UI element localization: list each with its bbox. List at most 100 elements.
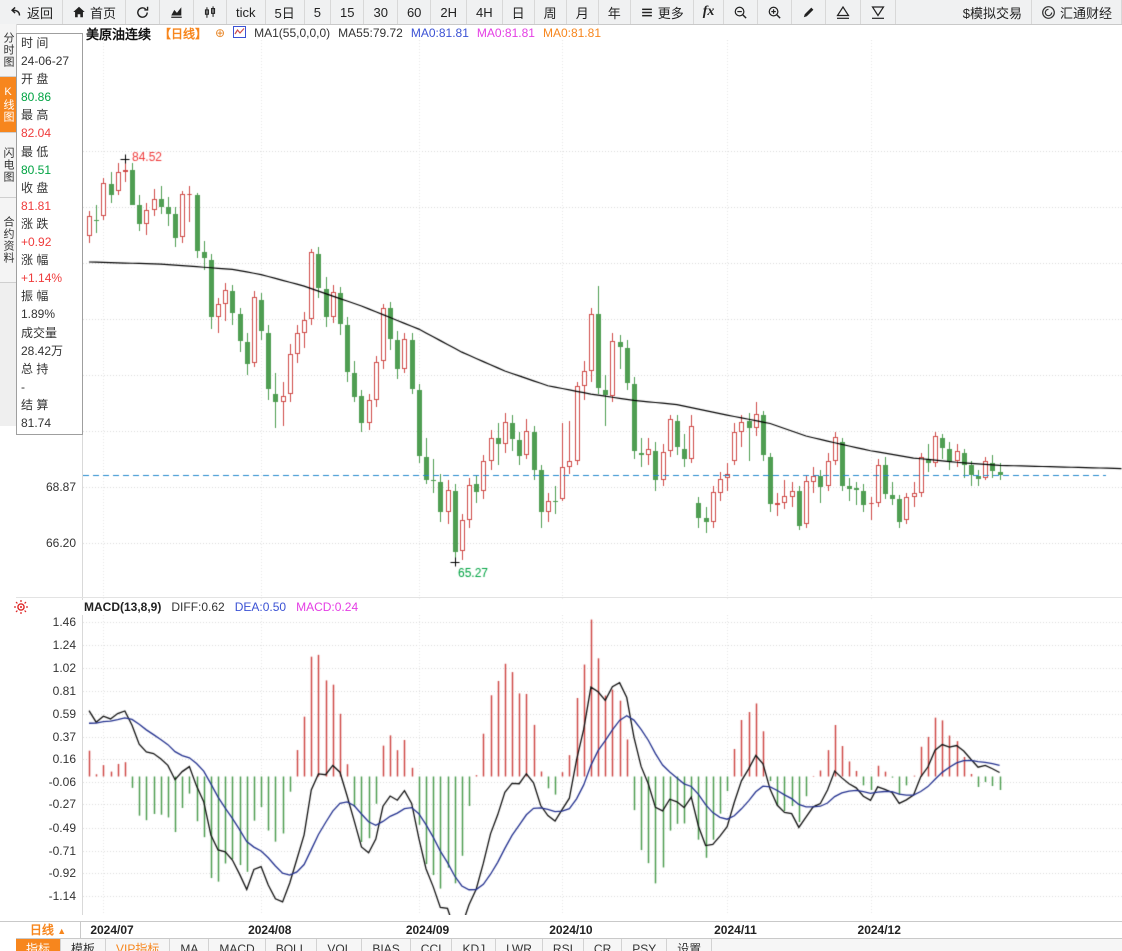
more-button[interactable]: 更多 [631, 0, 694, 24]
macd-axis-label: 1.02 [0, 661, 76, 675]
indicator-tab-设置[interactable]: 设置 [667, 939, 712, 951]
period-year-button[interactable]: 年 [599, 0, 631, 24]
ma55-value: MA55:79.72 [338, 26, 403, 40]
strip-tab-kline[interactable]: K线图 [0, 77, 16, 133]
macd-axis-label: 0.81 [0, 684, 76, 698]
period-30m-button[interactable]: 30 [364, 0, 397, 24]
back-button[interactable]: 返回 [0, 0, 63, 24]
main-kline-chart[interactable] [82, 40, 1122, 600]
sim-trading-button[interactable]: $模拟交易 [954, 0, 1032, 24]
quote-info-panel: 时 间24-06-27开 盘80.86最 高82.04最 低80.51收 盘81… [16, 33, 83, 435]
kline-chart-button[interactable] [194, 0, 227, 24]
macd-axis-label: -0.92 [0, 866, 76, 880]
strip-tab-flash[interactable]: 闪电图 [0, 133, 16, 198]
macd-axis-label: -0.49 [0, 821, 76, 835]
date-axis-label: 2024/09 [406, 923, 449, 937]
period-selector[interactable]: 日线 ▲ [16, 922, 81, 939]
indicator-tab-lwr[interactable]: LWR [496, 939, 543, 951]
strip-tab-timeline[interactable]: 分时图 [0, 24, 16, 77]
period-15m-button[interactable]: 15 [331, 0, 364, 24]
info-row-value: +0.92 [17, 233, 82, 251]
info-row-label: 时 间 [17, 34, 82, 52]
fx-indicator-button[interactable]: fx [694, 0, 725, 24]
pencil-icon [801, 5, 816, 20]
toolbar-item-label: 60 [407, 5, 421, 20]
period-week-button[interactable]: 周 [535, 0, 567, 24]
indicator-tab-ma[interactable]: MA [170, 939, 209, 951]
circle-plus-icon[interactable]: ⊕ [215, 26, 225, 40]
toolbar-item-label: 2H [440, 5, 457, 20]
info-row-label: 总 持 [17, 360, 82, 378]
indicator-tab-模板[interactable]: 模板 [61, 939, 106, 951]
indicator-tab-vol[interactable]: VOL [317, 939, 362, 951]
trading-app-window: 返回首页 tick 5日 51530 60 2H 4H 日周月年 更多 fx $模拟交易 汇通财经 分… [0, 0, 1122, 951]
date-axis-label: 2024/10 [549, 923, 592, 937]
macd-diff-value: DIFF:0.62 [171, 600, 224, 614]
toolbar-item-label: fx [703, 4, 715, 20]
chart-type-sidebar: 分时图K线图闪电图合约资料 [0, 24, 17, 426]
draw-button[interactable] [792, 0, 826, 24]
symbol-name: 美原油连续 [86, 24, 151, 43]
indicator-tab-rsi[interactable]: RSI [543, 939, 584, 951]
zoom-out-button[interactable] [724, 0, 758, 24]
period-2h-button[interactable]: 2H [431, 0, 467, 24]
indicator-tab-macd[interactable]: MACD [209, 939, 265, 951]
period-day-button[interactable]: 日 [503, 0, 535, 24]
toolbar-item-label: 日 [512, 3, 525, 22]
period-60m-button[interactable]: 60 [398, 0, 431, 24]
indicator-tab-bias[interactable]: BIAS [362, 939, 410, 951]
tick-button[interactable]: tick [227, 0, 266, 24]
macd-axis-label: 1.46 [0, 615, 76, 629]
triangle-up-button[interactable] [826, 0, 861, 24]
timeline-chart-button[interactable] [160, 0, 194, 24]
indicator-tab-cr[interactable]: CR [584, 939, 622, 951]
info-row-label: 涨 幅 [17, 251, 82, 269]
indicator-tab-cci[interactable]: CCI [411, 939, 453, 951]
toolbar-item-label: 返回 [27, 3, 53, 22]
macd-axis-label: 1.24 [0, 638, 76, 652]
top-toolbar: 返回首页 tick 5日 51530 60 2H 4H 日周月年 更多 fx $模拟交易 汇通财经 [0, 0, 1122, 25]
toolbar-item-label: 更多 [658, 3, 684, 22]
macd-chart[interactable] [82, 615, 1122, 915]
toolbar-item-label: 汇通财经 [1060, 3, 1112, 22]
home-icon [72, 5, 86, 19]
chevron-up-icon: ▲ [57, 926, 66, 936]
macd-bar-value: MACD:0.24 [296, 600, 358, 614]
period-5d-button[interactable]: 5日 [266, 0, 305, 24]
triangle-down-button[interactable] [861, 0, 896, 24]
home-button[interactable]: 首页 [63, 0, 126, 24]
indicator-tab-psy[interactable]: PSY [622, 939, 667, 951]
refresh-icon [135, 5, 150, 20]
period-month-button[interactable]: 月 [567, 0, 599, 24]
more-icon [640, 6, 654, 19]
info-row-label: 振 幅 [17, 287, 82, 305]
macd-axis-label: 0.37 [0, 730, 76, 744]
info-row-value: 24-06-27 [17, 52, 82, 70]
zoom-in-button[interactable] [758, 0, 792, 24]
info-row-label: 涨 跌 [17, 215, 82, 233]
indicator-tab-kdj[interactable]: KDJ [452, 939, 496, 951]
date-axis-label: 2024/11 [714, 923, 757, 937]
period-selector-label: 日线 [30, 923, 54, 937]
logo-icon [1041, 5, 1056, 20]
period-4h-button[interactable]: 4H [467, 0, 503, 24]
indicator-tab-boll[interactable]: BOLL [266, 939, 318, 951]
toolbar-item-label: 周 [544, 3, 557, 22]
info-row-value: 80.51 [17, 161, 82, 179]
info-row-label: 成交量 [17, 324, 82, 342]
macd-axis-label: 0.59 [0, 707, 76, 721]
info-row-value: 80.86 [17, 88, 82, 106]
macd-axis-label: -1.14 [0, 889, 76, 903]
date-axis-row: 日线 ▲ 2024/072024/082024/092024/102024/11… [0, 921, 1122, 939]
fx678-logo-button[interactable]: 汇通财经 [1032, 0, 1122, 24]
strip-tab-contract[interactable]: 合约资料 [0, 198, 16, 283]
indicator-alarm-icon[interactable] [13, 599, 29, 615]
refresh-button[interactable] [126, 0, 160, 24]
info-row-value: +1.14% [17, 269, 82, 287]
indicator-tab-vip指标[interactable]: VIP指标 [106, 939, 170, 951]
ma0-value-blue: MA0:81.81 [411, 26, 469, 40]
toolbar-item-label: 5日 [275, 3, 295, 22]
period-5m-button[interactable]: 5 [305, 0, 331, 24]
info-row-label: 开 盘 [17, 70, 82, 88]
indicator-tab-指标[interactable]: 指标 [16, 939, 61, 951]
